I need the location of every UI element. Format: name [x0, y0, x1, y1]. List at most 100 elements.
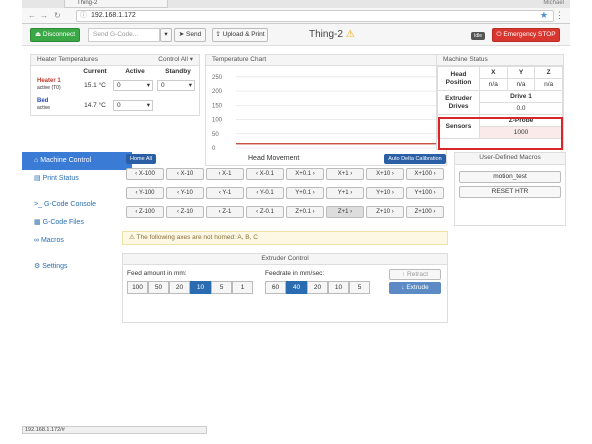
- macro-button[interactable]: motion_test: [459, 171, 561, 183]
- sidebar-item-gcode-console[interactable]: >_ G-Code Console: [22, 196, 132, 214]
- bed-active-value: 0: [117, 101, 121, 109]
- feed-amount-option[interactable]: 50: [148, 281, 169, 294]
- sidebar-item-label: Machine Control: [40, 157, 92, 164]
- heater-standby-value: 0: [161, 81, 165, 89]
- gcode-input[interactable]: Send G-Code...: [88, 28, 160, 42]
- head-movement-title: Head Movement: [248, 155, 300, 162]
- feed-amount-option[interactable]: 5: [211, 281, 232, 294]
- move-button[interactable]: ‹ X-10: [166, 168, 204, 180]
- move-button[interactable]: X+1 ›: [326, 168, 364, 180]
- feedrate-option[interactable]: 20: [307, 281, 328, 294]
- heater-name[interactable]: Heater 1: [37, 78, 77, 85]
- move-button[interactable]: Z+1 ›: [326, 206, 364, 218]
- bookmark-star-icon[interactable]: ★: [540, 10, 548, 21]
- send-button[interactable]: ➤ Send: [174, 28, 206, 42]
- move-button[interactable]: ‹ Y-1: [206, 187, 244, 199]
- move-button[interactable]: X+0.1 ›: [286, 168, 324, 180]
- disconnect-icon: ⏏: [34, 31, 42, 38]
- not-homed-text: The following axes are not homed: A, B, …: [136, 234, 258, 241]
- heater-col-header: [31, 68, 77, 75]
- sidebar-item-label: Print Status: [42, 175, 79, 182]
- sidebar-item-label: G-Code Console: [43, 201, 97, 208]
- sidebar-item-settings[interactable]: ⚙ Settings: [22, 258, 132, 276]
- title-text: Thing-2: [309, 29, 343, 40]
- move-button[interactable]: ‹ X-1: [206, 168, 244, 180]
- files-icon: ▦: [34, 219, 41, 226]
- sidebar-item-label: Macros: [40, 237, 64, 244]
- move-button[interactable]: ‹ X-100: [126, 168, 164, 180]
- sidebar-item-gcode-files[interactable]: ▦ G-Code Files: [22, 214, 132, 232]
- forward-icon[interactable]: →: [40, 11, 48, 21]
- sensors-highlight-box: [438, 117, 563, 150]
- y-tick-label: 200: [212, 89, 223, 95]
- url-field[interactable]: ⓘ 192.168.1.172: [76, 10, 554, 22]
- back-icon[interactable]: ←: [28, 11, 36, 21]
- feed-amount-option[interactable]: 100: [127, 281, 148, 294]
- heater-current: 15.1 °C: [84, 81, 106, 89]
- feed-amount-option[interactable]: 1: [232, 281, 253, 294]
- auto-delta-calibration-button[interactable]: Auto Delta Calibration: [384, 154, 446, 164]
- move-button[interactable]: ‹ Z-10: [166, 206, 204, 218]
- move-button[interactable]: ‹ Y-0.1: [246, 187, 284, 199]
- sidebar-item-macros[interactable]: ∞ Macros: [22, 232, 132, 250]
- retract-button[interactable]: ↑ Retract: [389, 269, 441, 280]
- move-button[interactable]: Z+100 ›: [406, 206, 444, 218]
- home-icon: ⌂: [34, 157, 39, 164]
- move-button[interactable]: Y+0.1 ›: [286, 187, 324, 199]
- feed-amount-option[interactable]: 20: [169, 281, 190, 294]
- disconnect-button[interactable]: ⏏ Disconnect: [30, 28, 80, 42]
- sidebar-item-label: G-Code Files: [42, 219, 84, 226]
- temperature-chart-title: Temperature Chart: [212, 56, 267, 63]
- feedrate-option[interactable]: 40: [286, 281, 307, 294]
- move-button[interactable]: Z+0.1 ›: [286, 206, 324, 218]
- move-button[interactable]: ‹ Z-1: [206, 206, 244, 218]
- gcode-placeholder: Send G-Code...: [93, 31, 139, 38]
- heater-row: Heater 1 active (T0) 15.1 °C 0 ▾ 0 ▾: [31, 75, 199, 95]
- y-tick-label: 100: [212, 118, 223, 124]
- sidebar-item-machine-control[interactable]: ⌂ Machine Control: [22, 152, 132, 170]
- control-all-label: Control All: [158, 56, 188, 63]
- heater-active-input[interactable]: 0 ▾: [113, 79, 153, 91]
- browser-menu-icon[interactable]: ⋮: [555, 10, 564, 21]
- emergency-stop-label: Emergency STOP: [503, 31, 556, 38]
- move-button[interactable]: X+100 ›: [406, 168, 444, 180]
- home-all-button[interactable]: Home All: [126, 154, 156, 164]
- feed-amount-option[interactable]: 10: [190, 281, 211, 294]
- reload-icon[interactable]: ↻: [54, 11, 61, 21]
- feedrate-option[interactable]: 5: [349, 281, 370, 294]
- bed-active-input[interactable]: 0 ▾: [113, 99, 153, 111]
- arrow-up-icon: ↑: [401, 271, 406, 278]
- emergency-stop-button[interactable]: ⏻ Emergency STOP: [492, 28, 560, 42]
- control-all-dropdown[interactable]: Control All ▾: [158, 55, 193, 65]
- move-button[interactable]: Y+100 ›: [406, 187, 444, 199]
- browser-tab[interactable]: Thing-2: [64, 0, 168, 8]
- bed-name[interactable]: Bed: [37, 98, 77, 105]
- move-button[interactable]: Z+10 ›: [366, 206, 404, 218]
- gcode-dropdown-button[interactable]: ▾: [160, 28, 172, 42]
- heater-col-header: Current: [83, 68, 107, 75]
- not-homed-alert: ⚠ The following axes are not homed: A, B…: [122, 231, 448, 245]
- upload-print-button[interactable]: ⇪ Upload & Print: [212, 28, 268, 42]
- feedrate-option[interactable]: 10: [328, 281, 349, 294]
- move-button[interactable]: Y+1 ›: [326, 187, 364, 199]
- info-icon: ⓘ: [80, 12, 87, 19]
- y-tick-label: 250: [212, 75, 223, 81]
- extrude-button[interactable]: ↓ Extrude: [389, 282, 441, 294]
- move-button[interactable]: ‹ Z-0.1: [246, 206, 284, 218]
- drive-value: 0.0: [479, 102, 563, 115]
- move-button[interactable]: ‹ X-0.1: [246, 168, 284, 180]
- move-button[interactable]: ‹ Z-100: [126, 206, 164, 218]
- power-icon: ⏻: [496, 31, 502, 38]
- move-button[interactable]: X+10 ›: [366, 168, 404, 180]
- move-button[interactable]: Y+10 ›: [366, 187, 404, 199]
- macro-button[interactable]: RESET HTR: [459, 186, 561, 198]
- heater-active-value: 0: [117, 81, 121, 89]
- extruder-header: Extruder Control: [123, 254, 447, 265]
- move-button[interactable]: ‹ Y-10: [166, 187, 204, 199]
- machine-status-title: Machine Status: [443, 56, 488, 63]
- sidebar-item-print-status[interactable]: ▤ Print Status: [22, 170, 132, 188]
- feedrate-option[interactable]: 60: [265, 281, 286, 294]
- move-button[interactable]: ‹ Y-100: [126, 187, 164, 199]
- temperature-chart-panel: Temperature Chart 0 50 100 150 200 250: [205, 54, 447, 166]
- heater-standby-input[interactable]: 0 ▾: [157, 79, 195, 91]
